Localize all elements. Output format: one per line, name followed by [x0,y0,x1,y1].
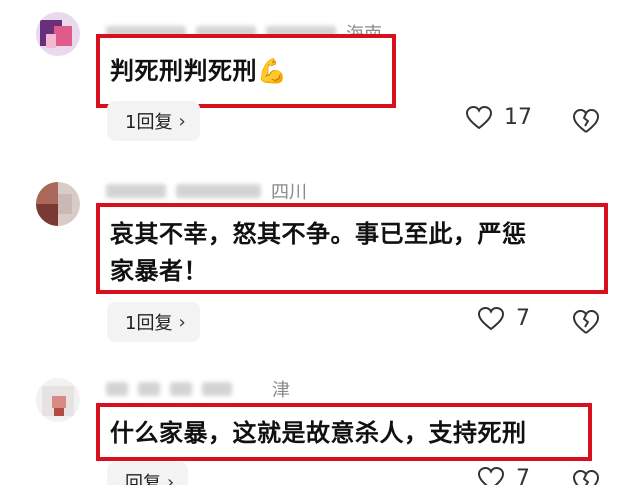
comment-actions: 1回复 › 17 [0,101,640,141]
dislike-button[interactable] [572,308,600,336]
username-blurred [202,382,232,396]
reply-label: 1回复 [125,313,173,334]
comment-meta: 津 [106,376,290,402]
comment-content-highlight: 哀其不幸，怒其不争。事已至此，严惩 家暴者！ [96,203,608,294]
like-count: 7 [516,306,530,331]
comment-text: 判死刑判死刑💪 [110,57,288,85]
region-label: 四川 [271,182,307,203]
chevron-right-icon: › [178,311,186,333]
username-blurred [170,382,192,396]
reply-button[interactable]: 1回复 › [107,302,200,342]
dislike-button[interactable] [572,468,600,485]
avatar[interactable] [36,378,80,422]
region-label: 津 [272,380,290,401]
user-avatar-icon [36,182,80,226]
user-avatar-icon [36,12,80,56]
comment-content-highlight: 判死刑判死刑💪 [96,34,396,108]
like-button[interactable]: 7 [478,306,530,331]
comment-list: 海南 判死刑判死刑💪 1回复 › 17 [0,0,640,485]
avatar[interactable] [36,182,80,226]
reply-button[interactable]: 回复 › [107,462,189,485]
broken-heart-icon [573,310,599,334]
dislike-button[interactable] [572,107,600,135]
broken-heart-icon [573,109,599,133]
username-blurred [138,382,160,396]
like-button[interactable]: 7 [478,466,530,485]
like-count: 7 [516,466,530,485]
reply-label: 回复 [125,473,161,485]
like-button[interactable]: 17 [466,105,532,130]
heart-icon [466,105,492,129]
comment-meta: 四川 [106,178,307,204]
heart-icon [478,306,504,330]
heart-icon [478,466,504,485]
username-blurred [176,184,261,198]
broken-heart-icon [573,470,599,485]
username-blurred[interactable] [106,184,166,198]
chevron-right-icon: › [167,471,175,485]
comment-text-line2: 家暴者！ [110,257,208,285]
username-blurred[interactable] [106,382,128,396]
comment-text: 什么家暴，这就是故意杀人，支持死刑 [110,419,527,447]
comment-actions: 1回复 › 7 [0,302,640,342]
comment-text-line1: 哀其不幸，怒其不争。事已至此，严惩 [110,220,527,248]
user-avatar-icon [36,378,80,422]
comment-content-highlight: 什么家暴，这就是故意杀人，支持死刑 [96,403,592,461]
comment-actions: 回复 › 7 [0,462,640,485]
reply-button[interactable]: 1回复 › [107,101,200,141]
avatar[interactable] [36,12,80,56]
like-count: 17 [504,105,532,130]
chevron-right-icon: › [178,110,186,132]
reply-label: 1回复 [125,112,173,133]
